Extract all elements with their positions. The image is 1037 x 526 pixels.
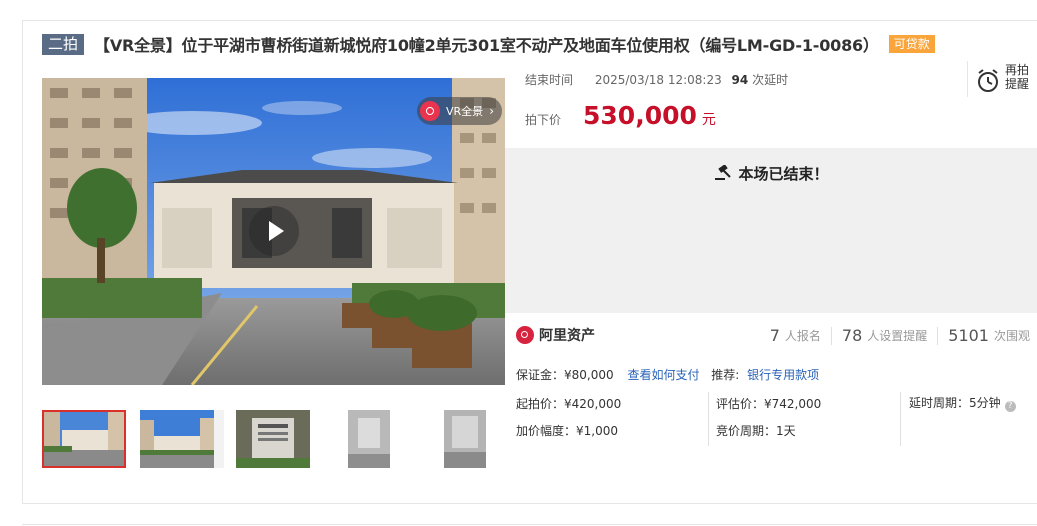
reminder-count: 78 [841,326,863,345]
assessed-price: 评估价：¥742,000 [716,397,822,411]
end-time-row: 结束时间 2025/03/18 12:08:23 94 次延时 [525,71,788,88]
thumbnail-1[interactable] [42,410,126,468]
bid-period: 竞价周期：1天 [716,424,796,438]
start-price: 起拍价：¥420,000 [516,397,622,411]
recommend-label: 推荐: [711,368,740,382]
bid-increment: 加价幅度：¥1,000 [516,424,618,438]
alarm-clock-icon [978,69,998,92]
divider [830,326,832,345]
how-to-pay-link[interactable]: 查看如何支付 [627,368,699,382]
delay-period-text: 延时周期：5分钟 [909,396,1001,410]
delay-period: 延时周期：5分钟? [909,394,1016,412]
remind-button[interactable]: 再拍提醒 [967,61,1037,97]
platform-logo: 阿里资产 [516,325,595,345]
stats-bar: 7 人报名 78 人设置提醒 5101 次围观 [770,326,1030,345]
auction-card: 二拍 【VR全景】位于平湖市曹桥街道新城悦府10幢2单元301室不动产及地面车位… [22,20,1037,504]
divider [708,392,709,446]
platform-row: 阿里资产 7 人报名 78 人设置提醒 5101 次围观 [505,323,1037,353]
thumbnail-4[interactable] [332,410,406,468]
thumbnail-5[interactable] [428,410,502,468]
ended-message: 本场已结束！ [505,163,1037,184]
loan-tag: 可贷款 [888,35,935,53]
signup-count: 7 [769,326,780,345]
vr-logo-icon [420,101,441,121]
main-photo[interactable]: VR全景 › [42,78,505,385]
ali-asset-logo-icon [516,326,534,344]
divider [937,326,939,345]
sold-price-row: 拍下价 530,000 元 [525,101,716,130]
chevron-right-icon: › [489,104,494,118]
divider [22,524,1037,525]
sold-price-value: 530,000 [583,101,697,130]
deposit-text: 保证金：¥80,000 [516,368,614,382]
end-time-value: 2025/03/18 12:08:23 [594,73,722,87]
help-icon[interactable]: ? [1004,401,1016,412]
end-time-label: 结束时间 [525,73,574,87]
gavel-icon [715,165,732,180]
vr-button[interactable]: VR全景 › [417,97,502,125]
signup-label: 人报名 [784,329,821,343]
deposit-row: 保证金：¥80,000 查看如何支付 推荐: 银行专用款项 [516,366,819,383]
delay-count: 94 [731,73,749,87]
reminder-label: 人设置提醒 [867,329,928,343]
delay-label: 次延时 [752,73,789,87]
thumbnail-2[interactable] [140,410,224,468]
play-video-button[interactable] [249,206,299,256]
viewer-label: 次围观 [993,329,1030,343]
thumbnail-strip [42,410,512,468]
auction-title[interactable]: 【VR全景】位于平湖市曹桥街道新城悦府10幢2单元301室不动产及地面车位使用权… [94,32,879,56]
ended-text: 本场已结束！ [738,165,829,183]
round-tag: 二拍 [42,33,85,55]
viewer-count: 5101 [948,326,989,345]
thumbnail-3[interactable] [236,410,310,468]
platform-name: 阿里资产 [539,328,595,344]
divider [900,392,901,446]
title-row: 二拍 【VR全景】位于平湖市曹桥街道新城悦府10幢2单元301室不动产及地面车位… [42,33,935,55]
vr-label: VR全景 [446,105,484,118]
sold-price-unit: 元 [701,112,716,128]
sold-price-label: 拍下价 [525,113,562,127]
bank-account-link[interactable]: 银行专用款项 [747,368,819,382]
remind-label: 再拍提醒 [1005,63,1030,91]
ended-panel: 本场已结束！ [505,148,1037,313]
